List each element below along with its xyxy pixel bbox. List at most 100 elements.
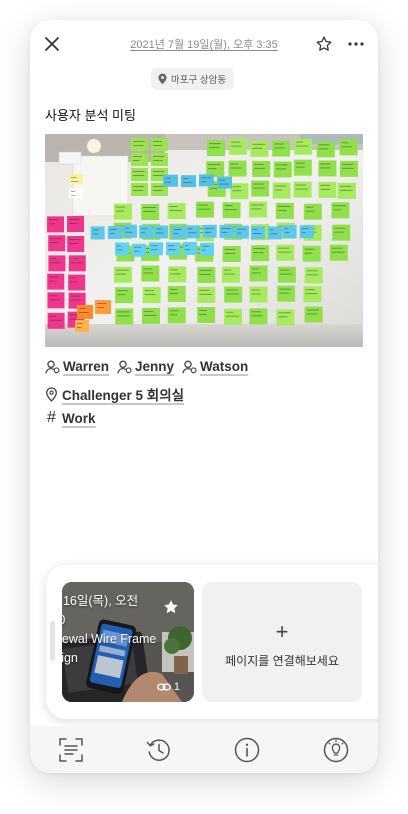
sticky-note <box>115 242 129 256</box>
sticky-note <box>252 160 271 177</box>
place-row[interactable]: Challenger 5 회의실 <box>45 384 184 404</box>
sticky-note <box>199 174 214 187</box>
sticky-note <box>131 168 148 181</box>
sticky-note <box>217 176 232 189</box>
link-count-value: 1 <box>173 681 180 693</box>
sticky-note <box>224 308 243 325</box>
sticky-note <box>228 160 247 177</box>
sticky-note <box>222 245 241 262</box>
sticky-note <box>272 140 291 157</box>
tag-row[interactable]: # Work <box>45 409 96 427</box>
sticky-note <box>67 216 85 233</box>
linked-page-title-line2: esign <box>62 651 78 665</box>
sticky-note <box>197 286 216 303</box>
sticky-note <box>206 140 225 157</box>
info-button[interactable] <box>232 735 262 765</box>
location-label: 마포구 상암동 <box>171 75 227 86</box>
sticky-note <box>47 216 65 233</box>
sticky-note <box>340 160 359 177</box>
card-favorite-button[interactable] <box>162 598 180 621</box>
sticky-note <box>293 159 312 176</box>
sticky-note <box>168 266 187 283</box>
attendee-watson[interactable]: Watson <box>182 359 248 374</box>
sticky-note <box>107 226 122 240</box>
sticky-note <box>219 224 234 238</box>
more-button[interactable] <box>344 33 368 55</box>
sticky-note <box>332 224 351 241</box>
sticky-note <box>222 202 241 219</box>
sticky-note <box>221 266 240 283</box>
more-horizontal-icon <box>348 42 364 46</box>
top-bar: 2021년 7월 19일(월), 오후 3:35 <box>30 20 378 68</box>
tag-name: Work <box>62 410 96 426</box>
sticky-note <box>47 273 65 290</box>
note-photo[interactable] <box>45 134 363 347</box>
sticky-note <box>302 245 321 262</box>
sticky-note <box>139 225 154 239</box>
insight-button[interactable] <box>321 735 351 765</box>
sticky-note <box>276 244 295 261</box>
add-linked-page-button[interactable]: + 페이지를 연결해보세요 <box>202 582 362 702</box>
linked-page-title-line1: enewal Wire Frame <box>62 632 157 646</box>
sticky-note <box>186 225 201 239</box>
sticky-note <box>149 242 163 256</box>
bottom-toolbar <box>30 726 378 773</box>
sticky-note <box>293 181 312 198</box>
sticky-notes-photo <box>45 134 363 347</box>
note-datetime[interactable]: 2021년 7월 19일(월), 오후 3:35 <box>126 36 282 52</box>
note-title[interactable]: 사용자 분석 미팅 <box>45 105 136 124</box>
plus-icon: + <box>275 619 289 644</box>
sticky-note <box>90 226 105 240</box>
sticky-note <box>67 235 85 252</box>
sticky-note <box>337 182 356 199</box>
sticky-note <box>151 153 168 166</box>
lightbulb-icon <box>323 737 349 763</box>
note-detail-screen: 2021년 7월 19일(월), 오후 3:35 마포구 상암동 사용자 분석 … <box>30 20 378 773</box>
sticky-note <box>122 224 137 238</box>
linked-page-date-line2: :30 <box>62 611 156 630</box>
linked-page-text: 월 16일(목), 오전 :30 enewal Wire Frame esign <box>62 592 156 668</box>
sticky-note <box>331 202 350 219</box>
sticky-note <box>299 225 314 239</box>
star-filled-icon <box>164 600 178 614</box>
sticky-note <box>131 153 148 166</box>
sticky-note <box>229 138 248 155</box>
sticky-note <box>68 255 86 272</box>
sticky-note <box>68 274 86 291</box>
sticky-note <box>230 183 249 200</box>
sticky-note <box>318 181 337 198</box>
sticky-note <box>69 174 83 184</box>
attendee-warren[interactable]: Warren <box>45 359 109 374</box>
linked-page-card[interactable]: 월 16일(목), 오전 :30 enewal Wire Frame esign… <box>62 582 194 702</box>
sticky-note <box>195 201 214 218</box>
sticky-note <box>275 202 294 219</box>
history-button[interactable] <box>144 735 174 765</box>
location-pin-icon <box>46 386 57 402</box>
location-pin-icon <box>158 73 167 85</box>
sticky-note <box>166 242 180 256</box>
sticky-note <box>303 286 322 303</box>
sticky-note <box>224 286 243 303</box>
person-icon <box>45 360 60 373</box>
panel-drag-handle[interactable] <box>50 621 55 661</box>
sticky-note <box>304 306 323 323</box>
scan-text-button[interactable] <box>56 735 86 765</box>
sticky-note <box>167 307 186 324</box>
location-chip[interactable]: 마포구 상암동 <box>151 68 235 90</box>
attendee-name: Watson <box>200 359 249 374</box>
sticky-note <box>47 292 65 309</box>
attendee-jenny[interactable]: Jenny <box>117 359 174 374</box>
sticky-note <box>303 203 322 220</box>
sticky-note <box>197 266 216 283</box>
sticky-note <box>154 225 169 239</box>
favorite-button[interactable] <box>313 33 335 55</box>
sticky-note <box>250 226 265 240</box>
linked-page-date-line1: 월 16일(목), 오전 <box>62 594 139 608</box>
sticky-note <box>200 242 214 256</box>
person-icon <box>182 360 197 373</box>
sticky-note <box>113 203 132 220</box>
sticky-note <box>316 141 335 158</box>
sticky-note <box>69 188 83 198</box>
sticky-note <box>132 243 146 257</box>
close-button[interactable] <box>40 32 64 56</box>
